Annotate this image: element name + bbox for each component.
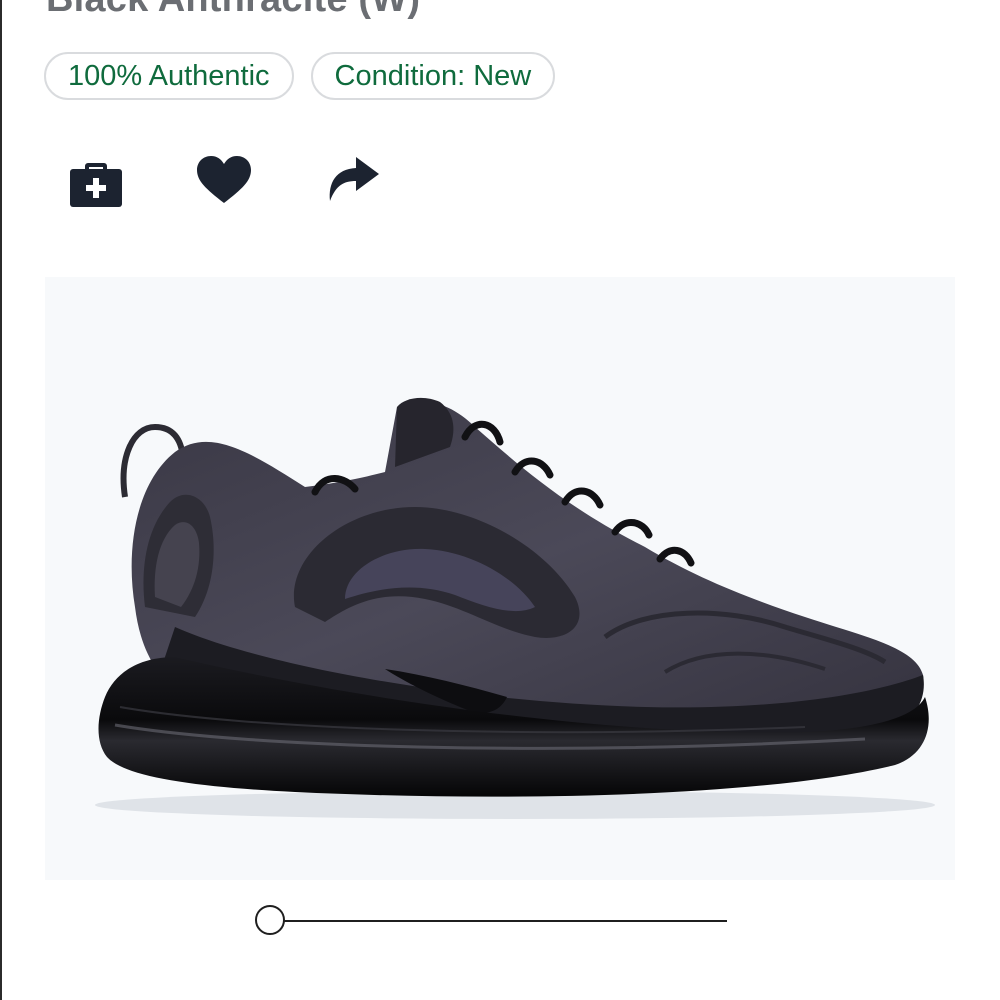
product-title: Black Anthracite (W) [46, 0, 420, 21]
authentic-badge: 100% Authentic [44, 52, 294, 100]
briefcase-plus-icon [70, 163, 122, 207]
sneaker-image [95, 397, 935, 819]
product-page: Black Anthracite (W) 100% Authentic Cond… [0, 0, 1000, 1000]
left-divider [0, 0, 2, 1000]
image-rotation-slider[interactable] [255, 902, 735, 938]
share-button[interactable] [322, 150, 382, 210]
heart-icon [197, 156, 251, 203]
action-bar [68, 150, 388, 210]
slider-track[interactable] [271, 920, 727, 922]
slider-thumb[interactable] [255, 905, 285, 935]
product-image-viewer[interactable] [45, 277, 955, 880]
add-to-portfolio-button[interactable] [66, 150, 126, 210]
badge-row: 100% Authentic Condition: New [44, 52, 556, 100]
condition-badge: Condition: New [310, 52, 556, 100]
share-arrow-icon [329, 157, 379, 201]
favorite-button[interactable] [194, 150, 254, 210]
